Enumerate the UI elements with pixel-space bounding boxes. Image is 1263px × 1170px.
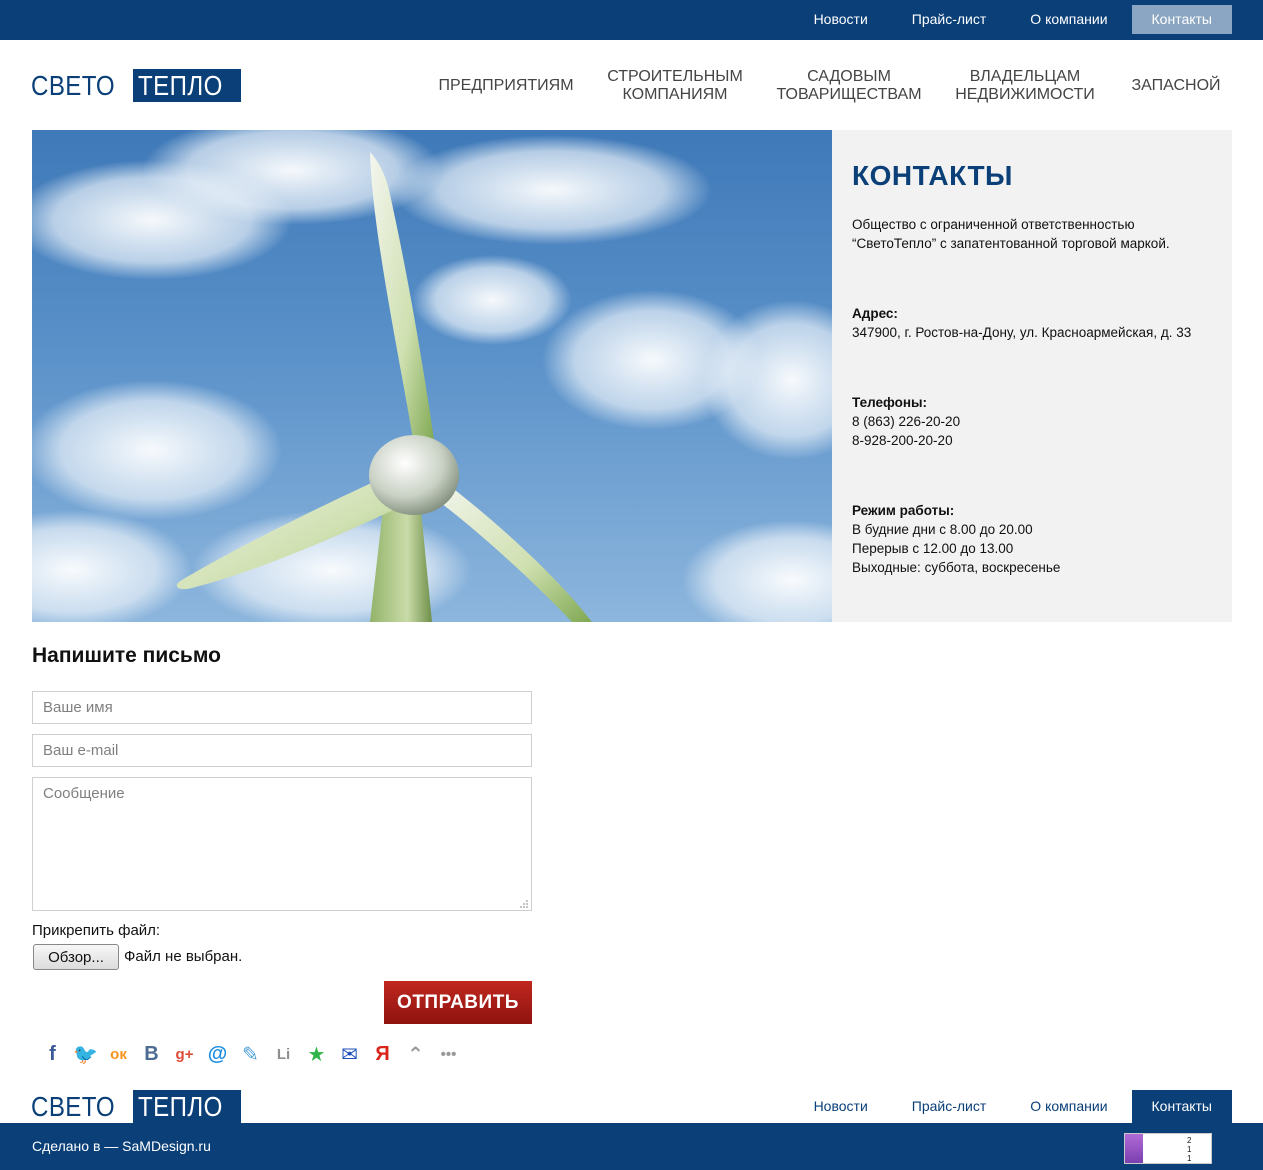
- address-block: Адрес: 347900, г. Ростов-на-Дону, ул. Кр…: [852, 304, 1222, 342]
- email-icon[interactable]: ✉: [333, 1042, 366, 1067]
- wind-turbine-illustration: [32, 130, 832, 622]
- main-nav: ПРЕДПРИЯТИЯМ СТРОИТЕЛЬНЫМ КОМПАНИЯМ САДО…: [430, 66, 1232, 106]
- footer-nav-contacts[interactable]: Контакты: [1131, 1090, 1232, 1123]
- company-intro-text: Общество с ограниченной ответственностью…: [852, 217, 1170, 251]
- submit-button[interactable]: ОТПРАВИТЬ: [384, 981, 532, 1024]
- footer-nav-price-list[interactable]: Прайс-лист: [892, 1090, 1007, 1123]
- share-bar: f 🐦 ок Bg+ @ ✎ Li ★ ✉ Я ⌃ •••: [36, 1040, 465, 1068]
- top-bar: Новости Прайс-лист О компании Контакты: [0, 0, 1263, 40]
- hours-weekend: Выходные: суббота, воскресенье: [852, 560, 1061, 575]
- yandex-icon[interactable]: Я: [366, 1043, 399, 1066]
- top-nav-about[interactable]: О компании: [1010, 5, 1127, 34]
- hours-weekdays: В будние дни с 8.00 до 20.00: [852, 522, 1033, 537]
- top-nav-price-list[interactable]: Прайс-лист: [892, 5, 1007, 34]
- contacts-panel: КОНТАКТЫ Общество с ограниченной ответст…: [832, 130, 1232, 622]
- counter-bar-icon: [1125, 1134, 1143, 1163]
- main-nav-construction-companies[interactable]: СТРОИТЕЛЬНЫМ КОМПАНИЯМ: [605, 66, 745, 106]
- resize-grip-icon[interactable]: [517, 897, 529, 909]
- google-plus-icon[interactable]: g+: [168, 1046, 201, 1063]
- phones-label: Телефоны:: [852, 395, 928, 410]
- footer-logo-part-2-box: ТЕПЛО: [132, 1090, 242, 1123]
- site-logo[interactable]: СВЕТО ТЕПЛО: [31, 69, 242, 102]
- logo-part-2-box: ТЕПЛО: [132, 69, 242, 102]
- more-icon[interactable]: •••: [432, 1046, 465, 1063]
- hours-break: Перерыв с 12.00 до 13.00: [852, 541, 1014, 556]
- phones-block: Телефоны: 8 (863) 226-20-20 8-928-200-20…: [852, 393, 1222, 450]
- browse-file-button[interactable]: Обзор...: [33, 944, 119, 970]
- phone-1: 8 (863) 226-20-20: [852, 414, 961, 429]
- favorites-star-icon[interactable]: ★: [300, 1042, 333, 1067]
- name-input[interactable]: [32, 691, 532, 724]
- form-title: Напишите письмо: [32, 644, 221, 667]
- visit-counter[interactable]: 2 1 1: [1124, 1133, 1212, 1164]
- hours-block: Режим работы: В будние дни с 8.00 до 20.…: [852, 501, 1222, 577]
- mailru-icon[interactable]: @: [201, 1043, 234, 1066]
- main-nav-garden-associations[interactable]: САДОВЫМ ТОВАРИЩЕСТВАМ: [775, 66, 923, 106]
- wind-turbine-image: [32, 130, 832, 622]
- twitter-icon[interactable]: 🐦: [69, 1042, 102, 1067]
- file-status-text: Файл не выбран.: [124, 948, 243, 965]
- footer-logo-part-1: СВЕТО: [31, 1091, 116, 1122]
- address-value: 347900, г. Ростов-на-Дону, ул. Красноарм…: [852, 325, 1192, 340]
- company-intro: Общество с ограниченной ответственностью…: [852, 215, 1222, 253]
- logo-part-1: СВЕТО: [31, 70, 116, 101]
- top-nav-news[interactable]: Новости: [794, 5, 888, 34]
- vkontakte-icon[interactable]: B: [135, 1043, 168, 1066]
- logo-part-2: ТЕПЛО: [137, 70, 223, 101]
- made-by-link[interactable]: Сделано в — SaMDesign.ru: [32, 1138, 211, 1154]
- email-input[interactable]: [32, 734, 532, 767]
- counter-value-1: 2: [1187, 1136, 1192, 1145]
- contacts-title: КОНТАКТЫ: [852, 160, 1013, 191]
- main-nav-property-owners[interactable]: ВЛАДЕЛЬЦАМ НЕДВИЖИМОСТИ: [955, 66, 1095, 106]
- hours-label: Режим работы:: [852, 503, 955, 518]
- linkedin-icon[interactable]: Li: [267, 1046, 300, 1063]
- top-nav-contacts[interactable]: Контакты: [1131, 5, 1232, 34]
- address-label: Адрес:: [852, 306, 898, 321]
- footer-nav-about[interactable]: О компании: [1010, 1090, 1127, 1123]
- main-nav-enterprises[interactable]: ПРЕДПРИЯТИЯМ: [430, 66, 582, 106]
- counter-value-3: 1: [1187, 1154, 1192, 1163]
- footer-logo-part-2: ТЕПЛО: [137, 1091, 223, 1122]
- scroll-up-icon[interactable]: ⌃: [399, 1042, 432, 1067]
- footer-logo[interactable]: СВЕТО ТЕПЛО: [31, 1090, 242, 1123]
- attach-file-label: Прикрепить файл:: [32, 922, 161, 939]
- footer-nav-news[interactable]: Новости: [794, 1090, 888, 1123]
- message-textarea[interactable]: [32, 777, 532, 911]
- top-nav: Новости Прайс-лист О компании Контакты: [790, 5, 1232, 34]
- odnoklassniki-icon[interactable]: ок: [102, 1046, 135, 1063]
- footer-bar: Сделано в — SaMDesign.ru 2 1 1: [0, 1123, 1263, 1170]
- facebook-icon[interactable]: f: [36, 1043, 69, 1066]
- main-nav-reserve[interactable]: ЗАПАСНОЙ: [1125, 66, 1227, 106]
- counter-value-2: 1: [1187, 1145, 1192, 1154]
- footer-nav: Новости Прайс-лист О компании Контакты: [790, 1090, 1232, 1123]
- livejournal-icon[interactable]: ✎: [234, 1042, 267, 1067]
- phone-2: 8-928-200-20-20: [852, 433, 953, 448]
